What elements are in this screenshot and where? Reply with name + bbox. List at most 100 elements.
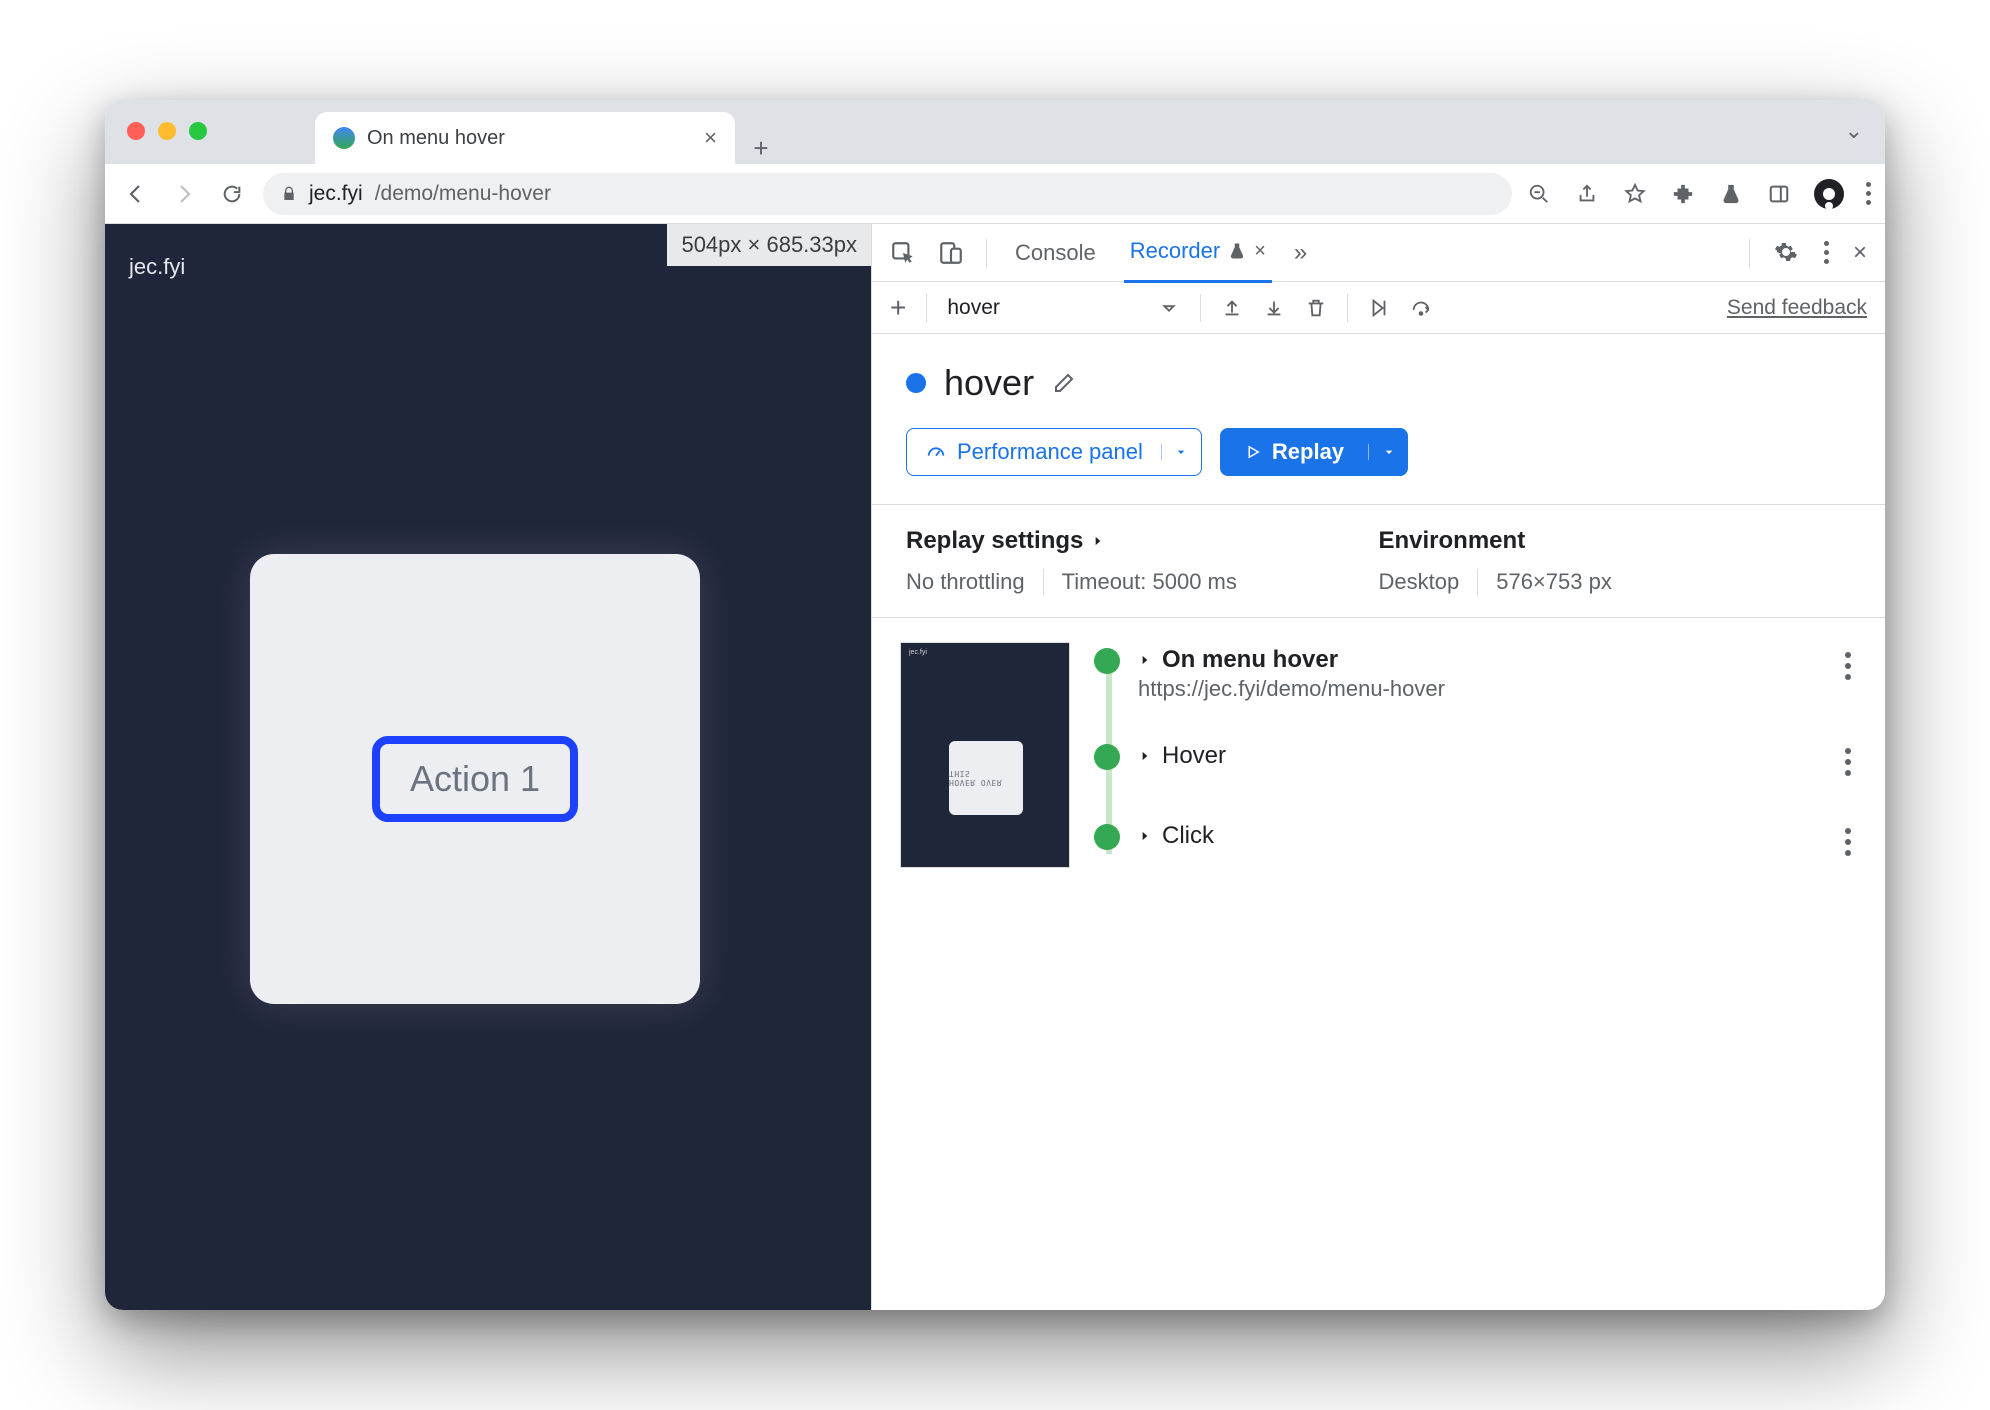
performance-panel-button[interactable]: Performance panel bbox=[906, 428, 1202, 476]
step-row[interactable]: Click bbox=[1094, 818, 1857, 866]
separator bbox=[1749, 239, 1750, 267]
chevron-right-icon bbox=[1138, 653, 1152, 667]
zoom-icon[interactable] bbox=[1526, 181, 1552, 207]
bookmark-star-icon[interactable] bbox=[1622, 181, 1648, 207]
url-host: jec.fyi bbox=[309, 182, 363, 206]
action-button[interactable]: Action 1 bbox=[372, 736, 578, 822]
separator bbox=[1043, 569, 1044, 595]
separator bbox=[1347, 294, 1348, 322]
titlebar: On menu hover × + ⌄ bbox=[105, 100, 1885, 164]
share-icon[interactable] bbox=[1574, 181, 1600, 207]
favicon-icon bbox=[333, 127, 355, 149]
new-recording-button[interactable]: + bbox=[890, 292, 906, 324]
step-row[interactable]: On menu hover https://jec.fyi/demo/menu-… bbox=[1094, 642, 1857, 738]
step-row[interactable]: Hover bbox=[1094, 738, 1857, 818]
extensions-icon[interactable] bbox=[1670, 181, 1696, 207]
recording-dot-icon bbox=[906, 373, 926, 393]
labs-icon[interactable] bbox=[1718, 181, 1744, 207]
browser-window: On menu hover × + ⌄ jec.fyi/demo/menu-ho… bbox=[105, 100, 1885, 1310]
device-value: Desktop bbox=[1379, 569, 1460, 595]
import-icon[interactable] bbox=[1263, 297, 1285, 319]
send-feedback-link[interactable]: Send feedback bbox=[1727, 296, 1867, 320]
delete-icon[interactable] bbox=[1305, 297, 1327, 319]
separator bbox=[926, 294, 927, 322]
timeout-value: Timeout: 5000 ms bbox=[1062, 569, 1237, 595]
content-area: jec.fyi 504px × 685.33px Action 1 Consol… bbox=[105, 224, 1885, 1310]
side-panel-icon[interactable] bbox=[1766, 181, 1792, 207]
profile-avatar[interactable] bbox=[1814, 179, 1844, 209]
step-forward-icon[interactable] bbox=[1368, 297, 1390, 319]
close-window-button[interactable] bbox=[127, 122, 145, 140]
url-path: /demo/menu-hover bbox=[375, 182, 551, 206]
tab-recorder[interactable]: Recorder × bbox=[1124, 238, 1272, 283]
replay-dropdown[interactable] bbox=[1368, 444, 1408, 460]
step-title: On menu hover bbox=[1162, 646, 1338, 674]
step-dot-icon bbox=[1094, 744, 1120, 770]
demo-page: jec.fyi 504px × 685.33px Action 1 bbox=[105, 224, 871, 1310]
recording-title: hover bbox=[944, 362, 1034, 404]
browser-menu-button[interactable] bbox=[1866, 182, 1871, 205]
step-menu-button[interactable] bbox=[1839, 822, 1857, 862]
thumbnail-card: HOVER OVER THIS bbox=[949, 741, 1023, 815]
settings-gear-icon[interactable] bbox=[1774, 240, 1800, 266]
step-subtitle: https://jec.fyi/demo/menu-hover bbox=[1138, 676, 1821, 702]
gauge-icon bbox=[925, 441, 947, 463]
forward-button[interactable] bbox=[167, 182, 201, 206]
replay-button[interactable]: Replay bbox=[1220, 428, 1408, 476]
toolbar-icons bbox=[1526, 179, 1871, 209]
replay-settings-values: No throttling Timeout: 5000 ms bbox=[906, 569, 1379, 595]
replay-settings-label: Replay settings bbox=[906, 527, 1083, 555]
address-bar[interactable]: jec.fyi/demo/menu-hover bbox=[263, 173, 1512, 215]
throttling-value: No throttling bbox=[906, 569, 1025, 595]
reload-button[interactable] bbox=[215, 183, 249, 205]
replay-settings-header[interactable]: Replay settings bbox=[906, 527, 1379, 555]
recording-select[interactable]: hover bbox=[947, 296, 1180, 320]
step-menu-button[interactable] bbox=[1839, 742, 1857, 782]
recording-thumbnail: HOVER OVER THIS bbox=[900, 642, 1070, 868]
new-tab-button[interactable]: + bbox=[735, 133, 787, 164]
tab-title: On menu hover bbox=[367, 127, 505, 150]
lock-icon bbox=[281, 186, 297, 202]
environment-header: Environment bbox=[1379, 527, 1852, 555]
recording-actions: Performance panel Replay bbox=[872, 428, 1885, 504]
step-title: Click bbox=[1162, 822, 1214, 850]
edit-title-button[interactable] bbox=[1052, 371, 1076, 395]
fullscreen-window-button[interactable] bbox=[189, 122, 207, 140]
tab-console[interactable]: Console bbox=[1009, 240, 1102, 282]
devtools-tabstrip: Console Recorder × » × bbox=[872, 224, 1885, 282]
more-tabs-button[interactable]: » bbox=[1294, 239, 1307, 267]
devtools-panel: Console Recorder × » × + hover bbox=[871, 224, 1885, 1310]
device-mode-icon[interactable] bbox=[938, 240, 964, 266]
tab-close-icon[interactable]: × bbox=[1254, 240, 1266, 263]
toolbar: jec.fyi/demo/menu-hover bbox=[105, 164, 1885, 224]
page-brand: jec.fyi bbox=[129, 254, 185, 280]
tabs-menu-button[interactable]: ⌄ bbox=[1845, 118, 1863, 144]
demo-card: Action 1 bbox=[250, 554, 700, 1004]
step-menu-button[interactable] bbox=[1839, 646, 1857, 686]
recorder-toolbar: + hover Send feedback bbox=[872, 282, 1885, 334]
export-icon[interactable] bbox=[1221, 297, 1243, 319]
chevron-right-icon bbox=[1091, 534, 1105, 548]
environment-label: Environment bbox=[1379, 527, 1526, 555]
tab-close-icon[interactable]: × bbox=[704, 127, 717, 149]
chevron-right-icon bbox=[1138, 749, 1152, 763]
performance-panel-dropdown[interactable] bbox=[1161, 444, 1201, 460]
environment-values: Desktop 576×753 px bbox=[1379, 569, 1852, 595]
back-button[interactable] bbox=[119, 182, 153, 206]
recording-select-value: hover bbox=[947, 296, 1000, 320]
step-over-icon[interactable] bbox=[1410, 297, 1432, 319]
browser-tab[interactable]: On menu hover × bbox=[315, 112, 735, 164]
recording-header: hover bbox=[872, 334, 1885, 428]
step-dot-icon bbox=[1094, 824, 1120, 850]
devtools-menu-button[interactable] bbox=[1824, 241, 1829, 264]
recorder-body: hover Performance panel Repl bbox=[872, 334, 1885, 1310]
minimize-window-button[interactable] bbox=[158, 122, 176, 140]
devtools-close-icon[interactable]: × bbox=[1853, 239, 1867, 267]
viewport-value: 576×753 px bbox=[1496, 569, 1612, 595]
inspect-icon[interactable] bbox=[890, 240, 916, 266]
tab-recorder-label: Recorder bbox=[1130, 238, 1220, 264]
separator bbox=[1477, 569, 1478, 595]
viewport-dimensions-badge: 504px × 685.33px bbox=[667, 224, 871, 266]
step-title: Hover bbox=[1162, 742, 1226, 770]
performance-panel-label: Performance panel bbox=[957, 439, 1143, 465]
